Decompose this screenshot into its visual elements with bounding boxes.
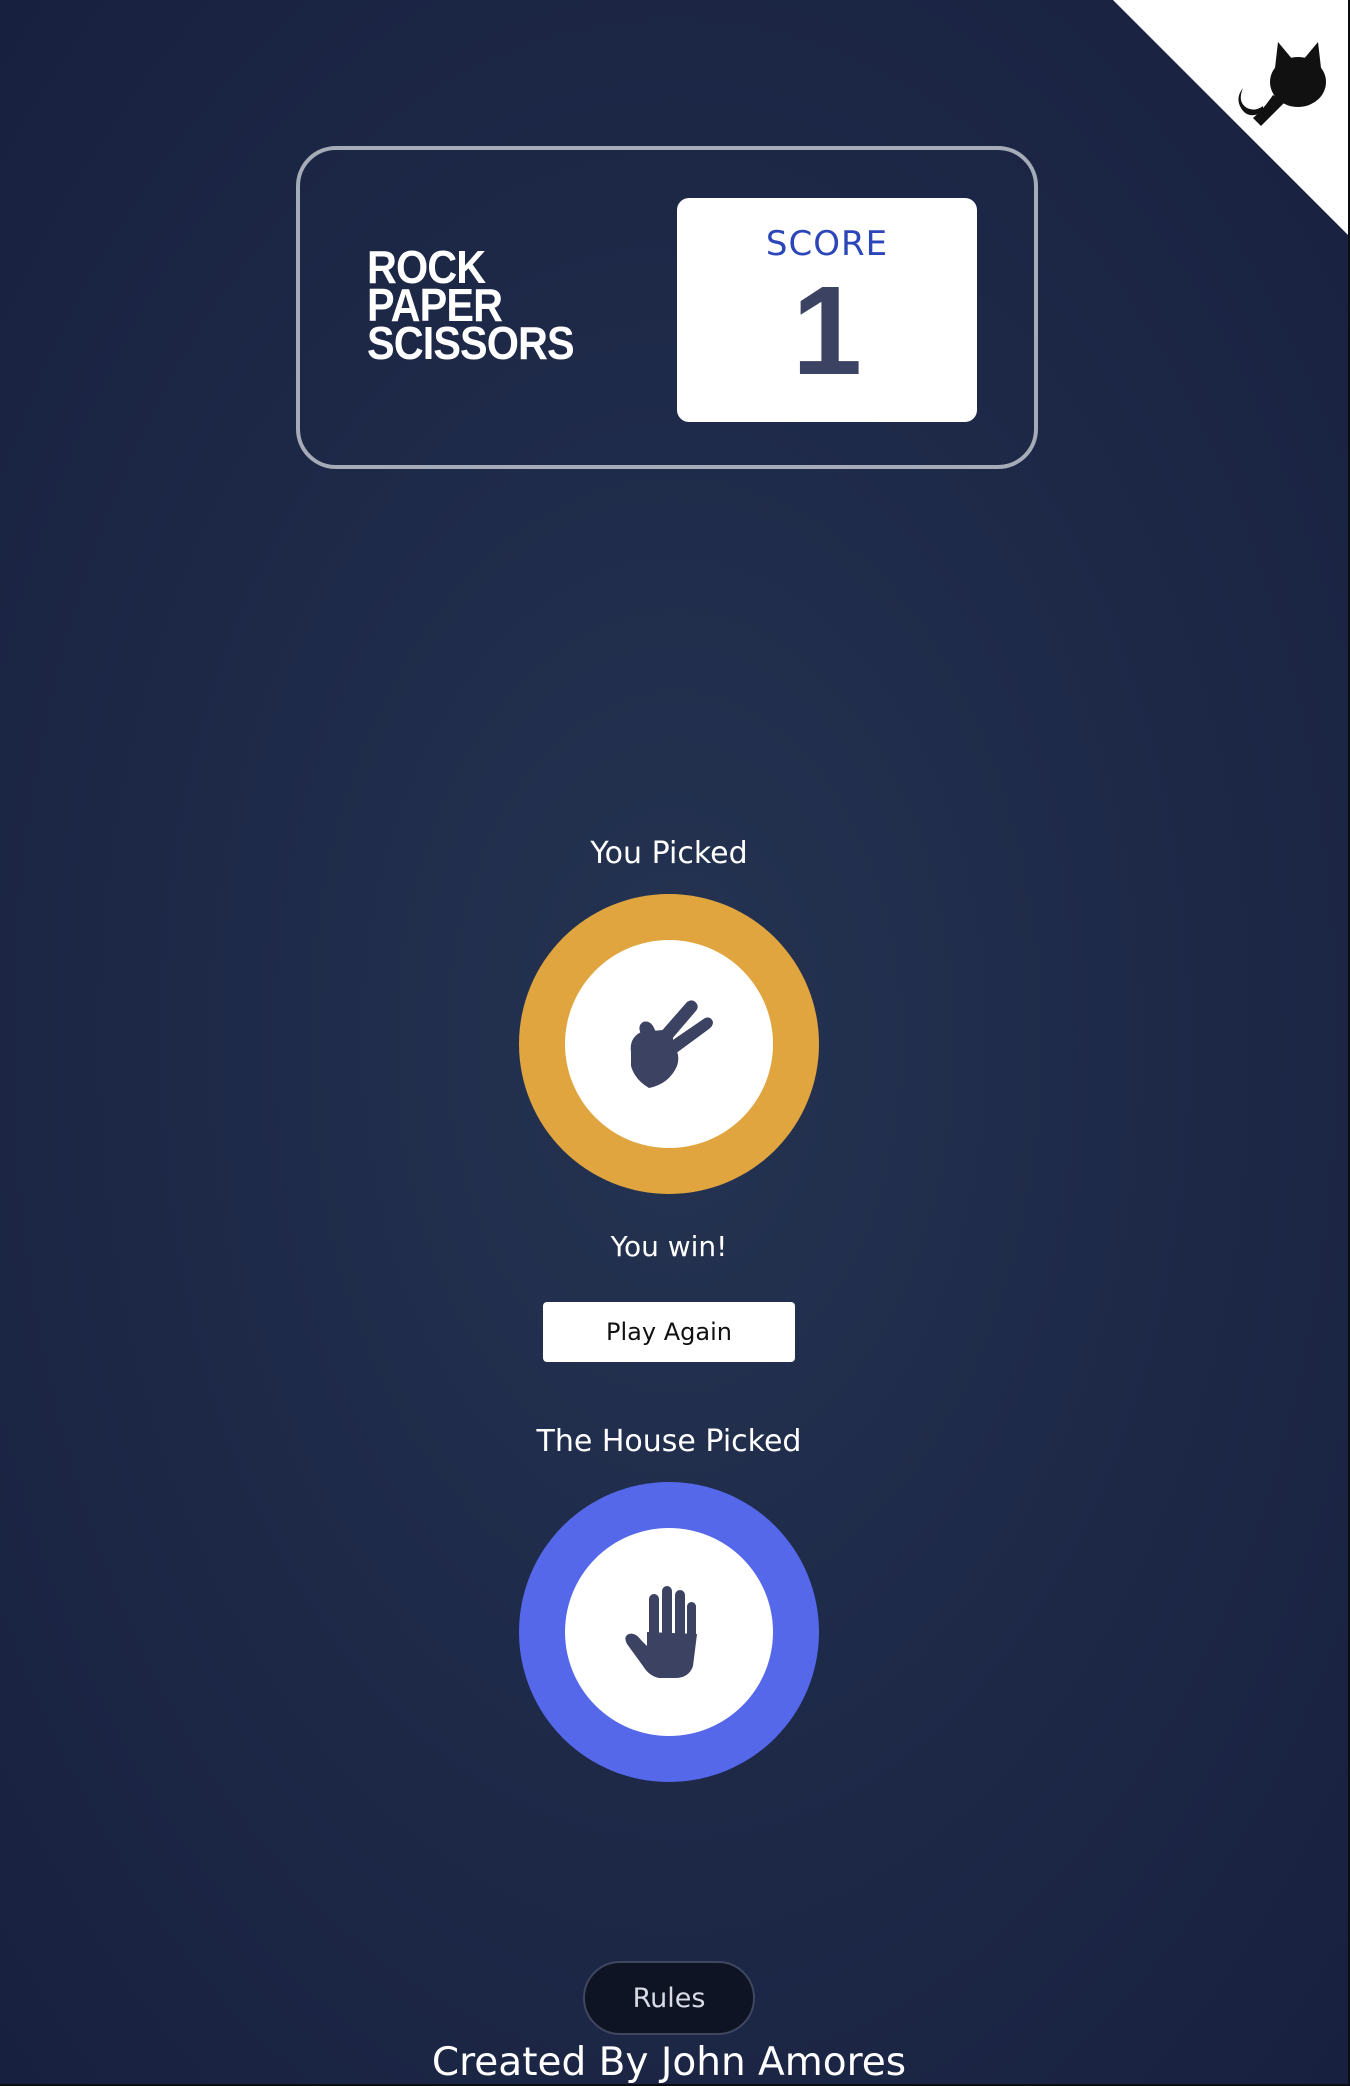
house-picked-label: The House Picked: [536, 1424, 802, 1459]
score-box: SCORE 1: [677, 198, 977, 422]
corner-triangle: [1113, 0, 1348, 235]
house-paper-token: [519, 1482, 819, 1782]
paper-hand-icon: [625, 1586, 697, 1678]
token-face: [565, 1528, 773, 1736]
result-text: You win!: [610, 1230, 728, 1263]
github-corner-link[interactable]: [1113, 0, 1348, 235]
scoreboard-header: ROCK PAPER SCISSORS SCORE 1: [296, 146, 1038, 469]
score-value: 1: [791, 260, 863, 401]
rules-button[interactable]: Rules: [583, 1961, 755, 2035]
play-again-button[interactable]: Play Again: [543, 1302, 795, 1362]
game-title: ROCK PAPER SCISSORS: [367, 244, 575, 369]
player-scissors-token: [519, 894, 819, 1194]
token-face: [565, 940, 773, 1148]
score-label: SCORE: [765, 224, 889, 264]
title-line-scissors: SCISSORS: [367, 317, 575, 369]
you-picked-label: You Picked: [590, 836, 748, 871]
scissors-hand-icon: [630, 1000, 713, 1088]
credits-text: Created By John Amores: [431, 2040, 907, 2085]
